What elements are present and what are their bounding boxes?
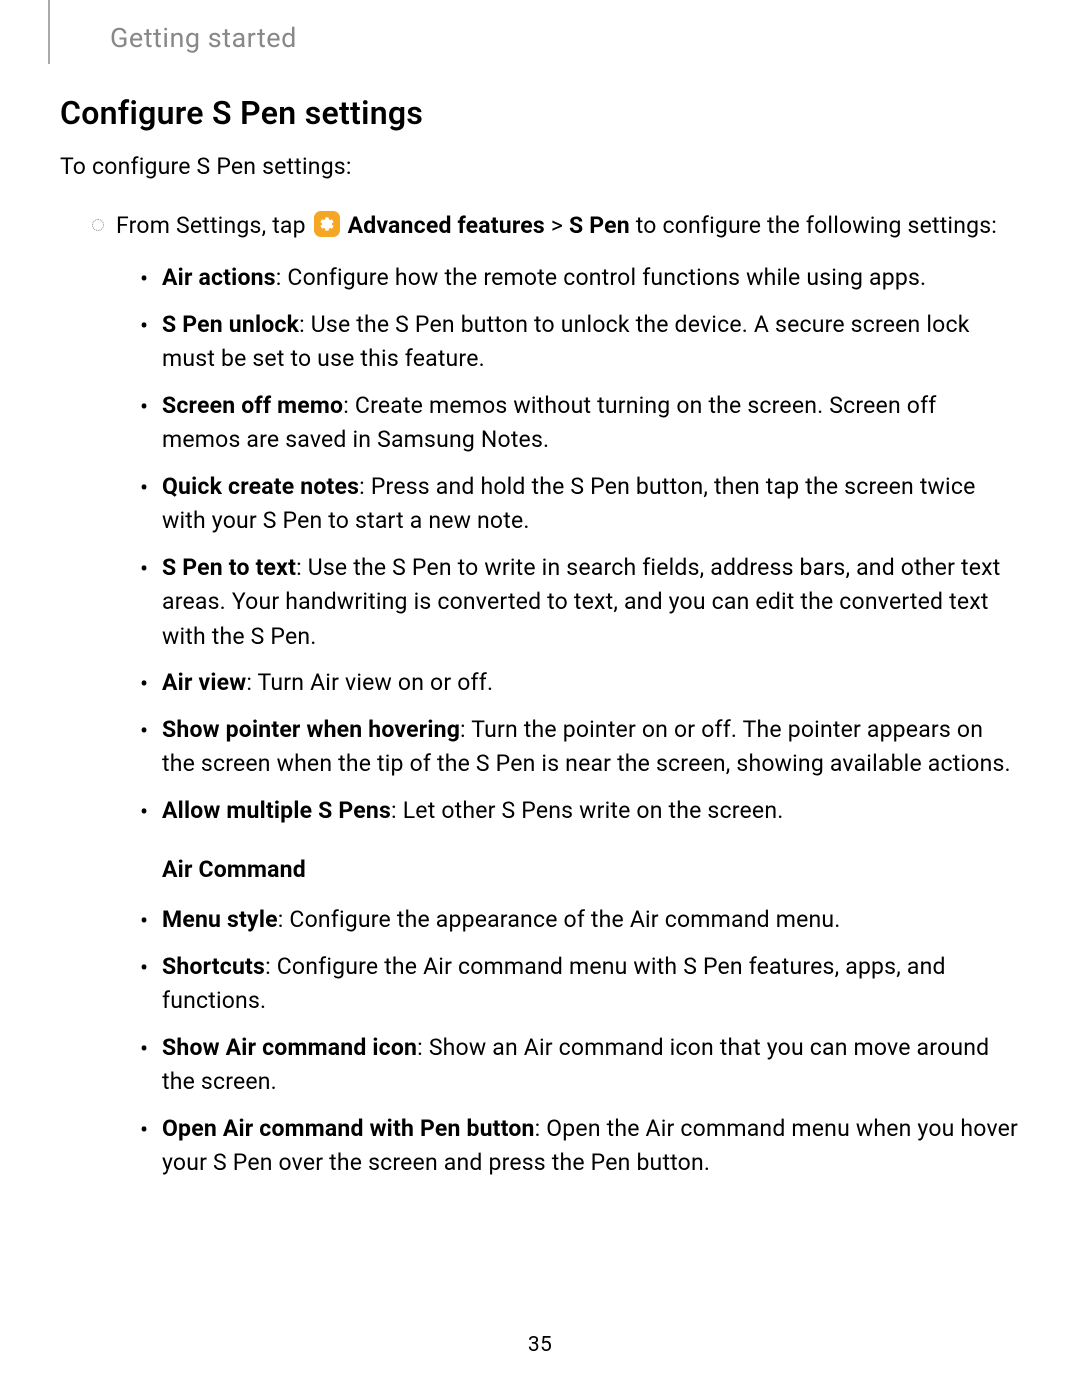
setting-name: Quick create notes bbox=[162, 473, 359, 500]
list-item: Air actions: Configure how the remote co… bbox=[140, 261, 1020, 296]
setting-name: Air actions bbox=[162, 264, 276, 291]
setting-name: Menu style bbox=[162, 906, 278, 933]
list-item: Show Air command icon: Show an Air comma… bbox=[140, 1031, 1020, 1100]
list-item: Shortcuts: Configure the Air command men… bbox=[140, 950, 1020, 1019]
setting-desc: : Configure how the remote control funct… bbox=[276, 264, 927, 291]
settings-list: Air actions: Configure how the remote co… bbox=[60, 261, 1020, 828]
subsection-title: Air Command bbox=[60, 856, 1020, 883]
list-item: Air view: Turn Air view on or off. bbox=[140, 666, 1020, 701]
path-separator: > bbox=[545, 212, 569, 239]
setting-name: Allow multiple S Pens bbox=[162, 797, 391, 824]
instruction-prefix: From Settings, tap bbox=[116, 212, 312, 239]
setting-name: Air view bbox=[162, 669, 246, 696]
list-item: S Pen unlock: Use the S Pen button to un… bbox=[140, 308, 1020, 377]
section-name: Getting started bbox=[98, 22, 1080, 54]
air-command-list: Menu style: Configure the appearance of … bbox=[60, 903, 1020, 1181]
instruction-block: From Settings, tap Advanced features > S… bbox=[60, 209, 1020, 244]
setting-desc: : Let other S Pens write on the screen. bbox=[391, 797, 783, 824]
setting-name: S Pen to text bbox=[162, 554, 296, 581]
main-content: Configure S Pen settings To configure S … bbox=[0, 64, 1080, 1181]
setting-desc: : Configure the appearance of the Air co… bbox=[278, 906, 841, 933]
instruction-suffix: to configure the following settings: bbox=[630, 212, 997, 239]
setting-name: Show pointer when hovering bbox=[162, 716, 460, 743]
setting-name: S Pen unlock bbox=[162, 311, 299, 338]
list-item: Quick create notes: Press and hold the S… bbox=[140, 470, 1020, 539]
setting-name: Screen off memo bbox=[162, 392, 343, 419]
spen-label: S Pen bbox=[569, 212, 630, 239]
list-item: Open Air command with Pen button: Open t… bbox=[140, 1112, 1020, 1181]
list-item: Show pointer when hovering: Turn the poi… bbox=[140, 713, 1020, 782]
ring-bullet-icon bbox=[92, 219, 104, 231]
setting-name: Show Air command icon bbox=[162, 1034, 417, 1061]
instruction-text: From Settings, tap Advanced features > S… bbox=[116, 209, 997, 244]
page-title: Configure S Pen settings bbox=[60, 94, 1020, 132]
list-item: S Pen to text: Use the S Pen to write in… bbox=[140, 551, 1020, 655]
list-item: Menu style: Configure the appearance of … bbox=[140, 903, 1020, 938]
setting-name: Open Air command with Pen button bbox=[162, 1115, 535, 1142]
list-item: Screen off memo: Create memos without tu… bbox=[140, 389, 1020, 458]
setting-desc: : Configure the Air command menu with S … bbox=[162, 953, 946, 1015]
intro-text: To configure S Pen settings: bbox=[60, 150, 1020, 185]
setting-desc: : Turn Air view on or off. bbox=[246, 669, 493, 696]
setting-name: Shortcuts bbox=[162, 953, 265, 980]
list-item: Allow multiple S Pens: Let other S Pens … bbox=[140, 794, 1020, 829]
gear-icon bbox=[314, 211, 340, 237]
advanced-features-label: Advanced features bbox=[348, 212, 545, 239]
page-number: 35 bbox=[0, 1333, 1080, 1357]
page-header: Getting started bbox=[48, 0, 1080, 64]
